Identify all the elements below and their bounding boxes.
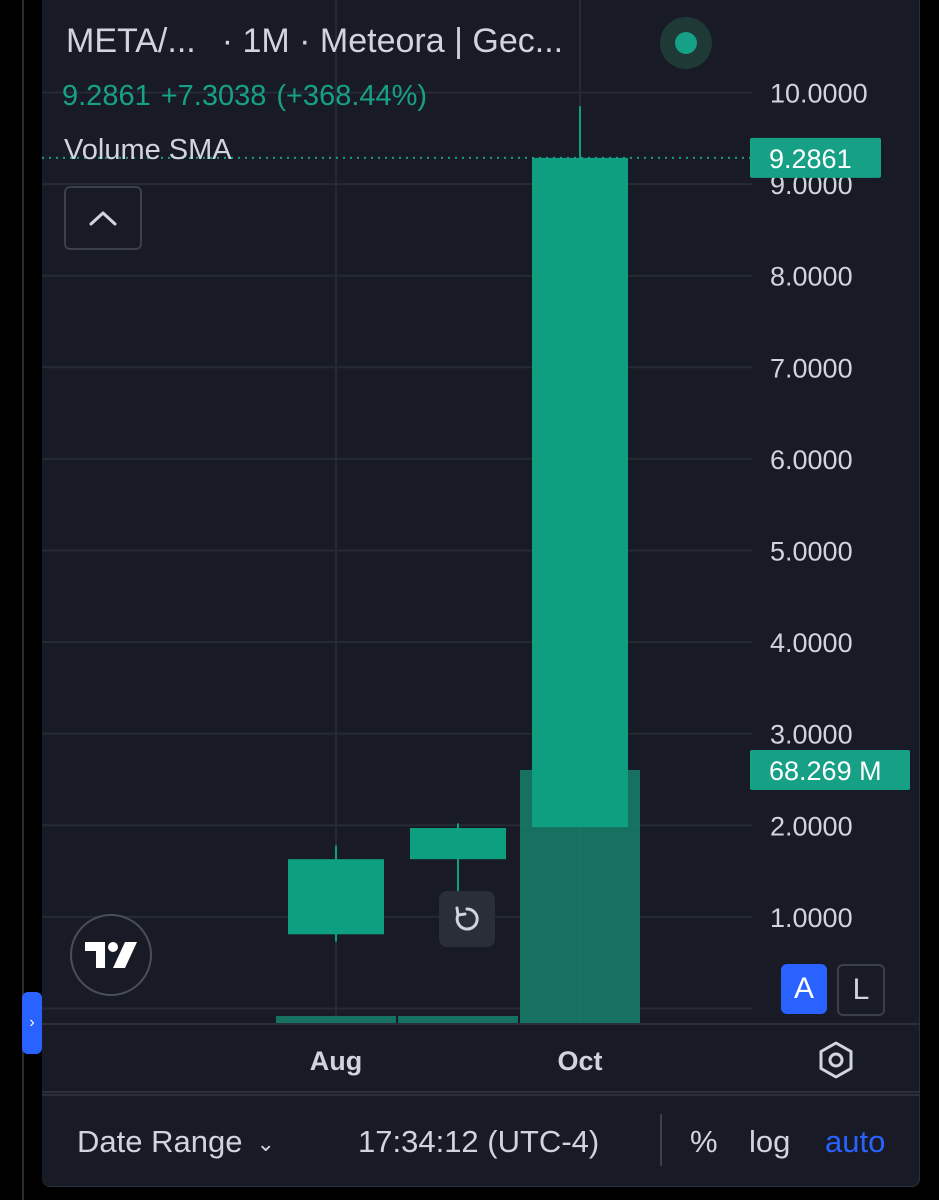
chart-footer: Date Range ⌄ 17:34:12 (UTC-4) % log auto	[42, 1094, 919, 1186]
price-axis-label: 1.0000	[770, 903, 853, 933]
market-status-dot	[675, 32, 697, 54]
chevron-down-icon: ⌄	[256, 1130, 275, 1156]
price-axis-label: 2.0000	[770, 811, 853, 841]
price-axis-label: 8.0000	[770, 262, 853, 292]
collapse-legend-button[interactable]	[64, 186, 142, 250]
price-axis-label: 7.0000	[770, 353, 853, 383]
volume-bar[interactable]	[398, 1016, 518, 1024]
chart-settings-button[interactable]	[816, 1040, 856, 1080]
time-axis-label: Aug	[310, 1046, 362, 1076]
price-axis-label: 6.0000	[770, 445, 853, 475]
last-volume-badge-text: 68.269 M	[769, 756, 882, 786]
log-scale-button[interactable]: L	[837, 964, 885, 1016]
clock-timezone[interactable]: 17:34:12 (UTC-4)	[358, 1124, 599, 1160]
chevron-up-icon	[89, 211, 117, 226]
price-axis-label: 3.0000	[770, 720, 853, 750]
chart-widget: Aug Oct 10.0000 9.0000 8.0000 7.0000 6.0000 5.0…	[42, 0, 920, 1187]
log-scale-toggle[interactable]: log	[749, 1124, 790, 1160]
candle-body[interactable]	[288, 859, 384, 935]
auto-scale-toggle[interactable]: auto	[825, 1124, 885, 1160]
date-range-button[interactable]: Date Range ⌄	[77, 1124, 275, 1160]
volume-bar[interactable]	[276, 1016, 396, 1024]
chevron-right-icon: ›	[29, 1014, 35, 1031]
tradingview-logo-icon	[85, 942, 137, 968]
symbol-header[interactable]: META/... · 1M · Meteora | Gec...	[66, 22, 563, 61]
price-axis-label: 4.0000	[770, 628, 853, 658]
reset-icon	[455, 906, 479, 931]
last-price-badge-text: 9.2861	[769, 144, 852, 174]
percent-scale-toggle[interactable]: %	[690, 1124, 718, 1160]
ohlc-values: 9.2861 +7.3038 (+368.44%)	[62, 80, 427, 113]
symbol-name: META/...	[66, 22, 196, 60]
market-status	[660, 17, 712, 69]
price-axis-label: 5.0000	[770, 537, 853, 567]
left-rail: ›	[0, 0, 42, 1200]
gear-icon	[819, 1041, 853, 1079]
price-axis-label: 10.0000	[770, 79, 868, 109]
candle-body[interactable]	[410, 828, 506, 860]
last-price: 9.2861	[62, 80, 151, 112]
price-change: +7.3038	[160, 80, 267, 112]
date-range-label: Date Range	[77, 1124, 243, 1159]
tradingview-logo[interactable]	[70, 914, 152, 996]
footer-divider	[660, 1114, 662, 1166]
price-change-percent: (+368.44%)	[276, 80, 428, 112]
candle-body[interactable]	[532, 157, 628, 828]
indicator-label[interactable]: Volume SMA	[64, 134, 232, 167]
sidebar-toggle-button[interactable]: ›	[22, 992, 42, 1054]
symbol-meta: · 1M · Meteora | Gec...	[221, 22, 564, 60]
auto-scale-button[interactable]: A	[781, 964, 827, 1014]
reset-chart-button[interactable]	[439, 891, 495, 947]
time-axis-label: Oct	[557, 1046, 602, 1076]
